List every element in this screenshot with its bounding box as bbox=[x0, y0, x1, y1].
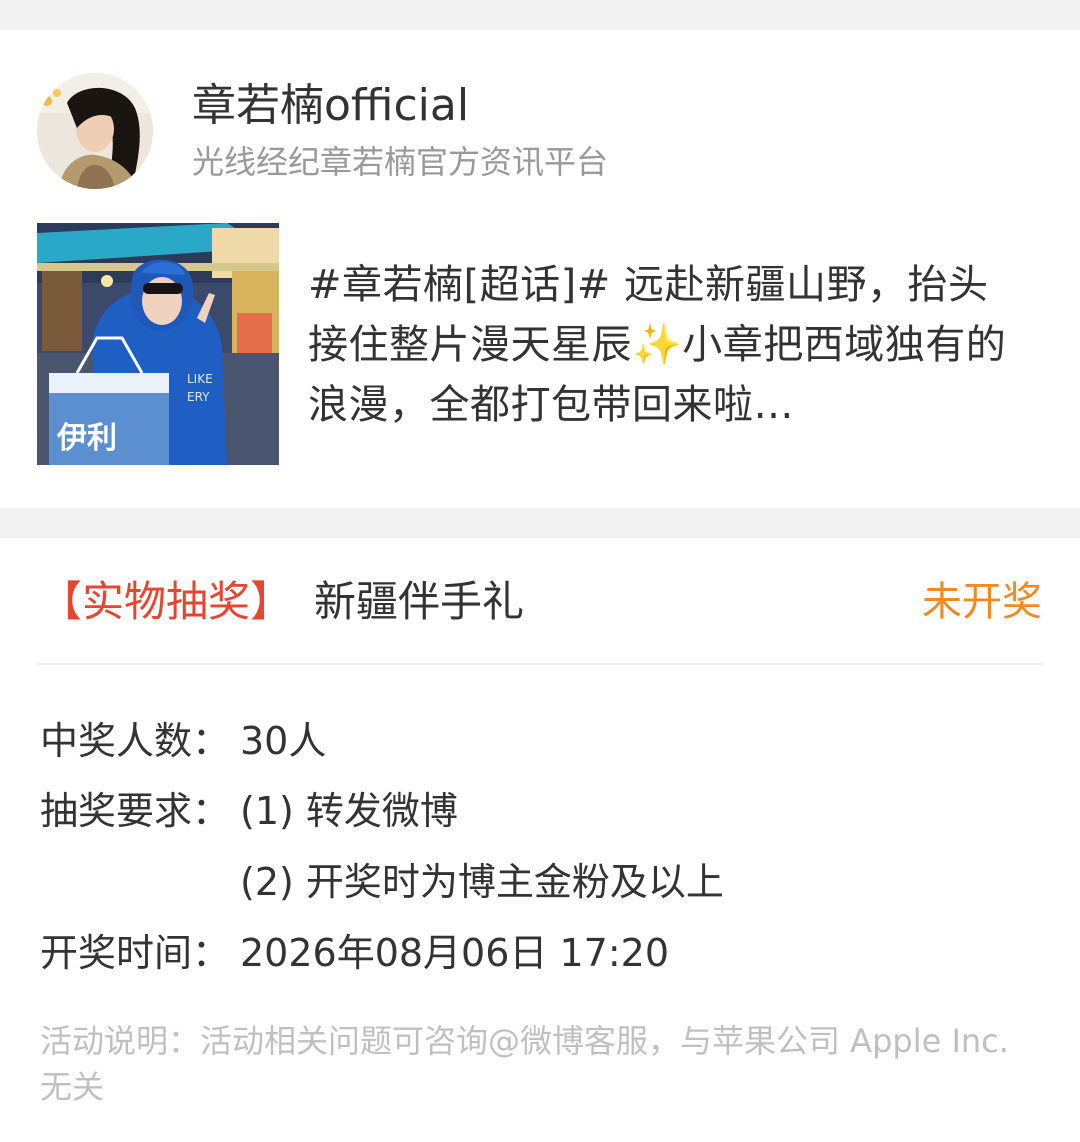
winners-row: 中奖人数： 30人 bbox=[40, 716, 326, 766]
post-image-brand-text: 伊利 bbox=[56, 421, 117, 456]
lottery-header: 【实物抽奖】 新疆伴手礼 未开奖 bbox=[40, 574, 1042, 630]
author-description: 光线经纪章若楠官方资讯平台 bbox=[192, 143, 609, 181]
svg-text:ERY: ERY bbox=[187, 390, 210, 404]
section-spacer bbox=[0, 508, 1080, 538]
requirement-1: (1) 转发微博 bbox=[240, 789, 458, 833]
requirements-label: 抽奖要求： bbox=[40, 789, 231, 833]
winners-label: 中奖人数： bbox=[40, 719, 231, 763]
top-spacer bbox=[0, 0, 1080, 30]
lottery-type-tag: 【实物抽奖】 bbox=[40, 577, 293, 626]
post-text[interactable]: #章若楠[超话]# 远赴新疆山野，抬头接住整片漫天星辰✨小章把西域独有的浪漫，全… bbox=[308, 255, 1028, 435]
post-card[interactable]: 章若楠official 光线经纪章若楠官方资讯平台 伊利 LIKE ERY #章… bbox=[0, 30, 1080, 508]
lottery-card: 【实物抽奖】 新疆伴手礼 未开奖 中奖人数： 30人 抽奖要求： (1) 转发微博 … bbox=[0, 538, 1080, 1142]
author-name[interactable]: 章若楠official bbox=[192, 78, 469, 134]
requirements-row: 抽奖要求： (1) 转发微博 bbox=[40, 786, 458, 836]
requirement-2: (2) 开奖时为博主金粉及以上 bbox=[240, 860, 724, 904]
draw-time-value: 2026年08月06日 17:20 bbox=[240, 931, 670, 975]
divider bbox=[37, 663, 1043, 665]
winners-value: 30人 bbox=[240, 719, 327, 763]
lottery-status: 未开奖 bbox=[922, 579, 1042, 625]
author-avatar[interactable] bbox=[37, 73, 153, 189]
draw-time-row: 开奖时间： 2026年08月06日 17:20 bbox=[40, 928, 669, 978]
draw-time-label: 开奖时间： bbox=[40, 931, 231, 975]
avatar-photo-icon bbox=[37, 73, 153, 189]
post-photo-icon: 伊利 LIKE ERY bbox=[37, 223, 279, 465]
lottery-title: 新疆伴手礼 bbox=[314, 577, 525, 626]
requirements-row-2: (2) 开奖时为博主金粉及以上 bbox=[40, 857, 724, 907]
svg-text:LIKE: LIKE bbox=[187, 372, 213, 386]
post-image[interactable]: 伊利 LIKE ERY bbox=[37, 223, 279, 465]
activity-note: 活动说明：活动相关问题可咨询@微博客服，与苹果公司 Apple Inc. 无关 bbox=[40, 1022, 1009, 1106]
